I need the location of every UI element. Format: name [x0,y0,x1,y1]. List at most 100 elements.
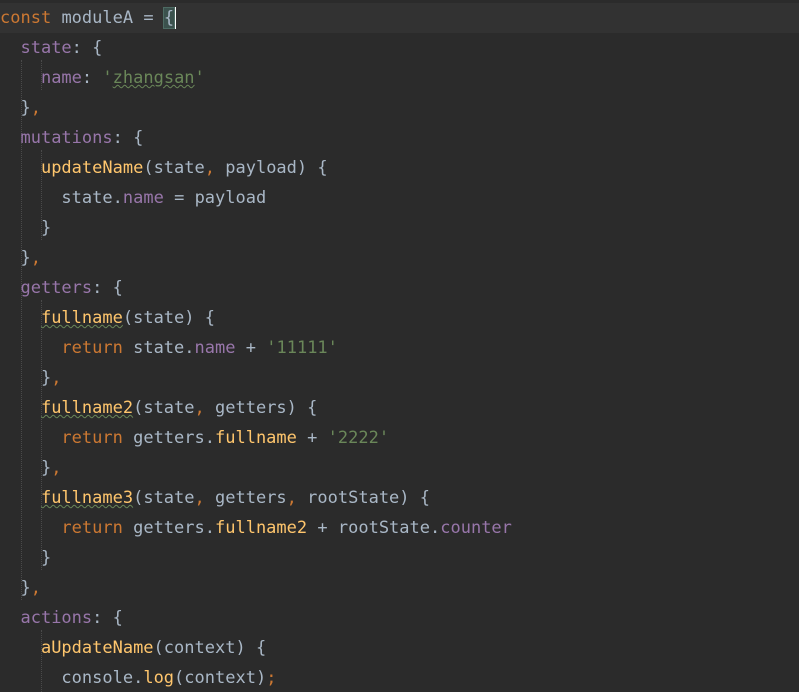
property: name [122,188,164,208]
brace: { [133,128,144,148]
code-line-5[interactable]: mutations: { [0,123,799,153]
code-line-3[interactable]: name: 'zhangsan' [0,63,799,93]
code-line-21[interactable]: actions: { [0,603,799,633]
property: fullname [215,428,297,448]
param: getters [215,398,287,418]
quote: ' [266,338,277,358]
function-name: fullname2 [40,398,134,418]
dot: . [184,338,195,358]
quote: ' [102,68,113,88]
brace: { [92,38,103,58]
paren: ) [255,668,267,688]
paren: ( [153,638,164,658]
keyword: return [61,518,123,538]
quote: ' [327,428,338,448]
operator: = [174,188,185,208]
code-line-17[interactable]: fullname3(state, getters, rootState) { [0,483,799,513]
brace: } [20,578,31,598]
comma: , [30,578,41,598]
matched-brace: { [162,7,176,29]
method: log [143,668,175,688]
identifier: console [61,668,134,688]
param: rootState [307,488,400,508]
comma: , [194,488,205,508]
param: state [143,398,195,418]
code-line-9[interactable]: }, [0,243,799,273]
function-name: updateName [40,158,144,178]
code-line-1[interactable]: const moduleA = { [0,3,799,33]
paren: ( [133,488,144,508]
code-line-18[interactable]: return getters.fullname2 + rootState.cou… [0,513,799,543]
code-line-4[interactable]: }, [0,93,799,123]
brace: } [40,368,52,388]
dot: . [112,188,123,208]
keyword: return [61,428,123,448]
property: fullname2 [215,518,308,538]
property: counter [440,518,512,538]
code-line-15[interactable]: return getters.fullname + '2222' [0,423,799,453]
keyword: return [61,338,123,358]
text-cursor [175,7,177,29]
code-line-23[interactable]: console.log(context); [0,663,799,692]
brace: { [255,638,267,658]
param: state [133,308,185,328]
param: state [153,158,205,178]
property: actions [20,608,93,628]
code-line-8[interactable]: } [0,213,799,243]
brace: { [204,308,216,328]
code-editor[interactable]: const moduleA = { state: { name: 'zhangs… [0,0,799,692]
identifier: state [61,188,113,208]
paren: ( [122,308,134,328]
code-line-13[interactable]: }, [0,363,799,393]
dot: . [133,668,144,688]
code-line-19[interactable]: } [0,543,799,573]
paren: ( [133,398,144,418]
code-line-12[interactable]: return state.name + '11111' [0,333,799,363]
property: name [40,68,82,88]
code-line-14[interactable]: fullname2(state, getters) { [0,393,799,423]
property: name [194,338,236,358]
dot: . [204,518,215,538]
code-line-20[interactable]: }, [0,573,799,603]
property: getters [20,278,93,298]
function-name: fullname [40,308,123,328]
brace: } [20,248,31,268]
paren: ( [143,158,154,178]
identifier: getters [133,518,205,538]
colon: : [71,38,82,58]
brace: } [40,458,52,478]
property: state [20,38,72,58]
comma: , [51,368,62,388]
code-line-7[interactable]: state.name = payload [0,183,799,213]
brace: } [40,548,52,568]
quote: ' [194,68,205,88]
code-line-16[interactable]: }, [0,453,799,483]
operator: = [143,8,154,28]
colon: : [92,608,103,628]
brace: } [40,218,52,238]
colon: : [81,68,93,88]
code-line-11[interactable]: fullname(state) { [0,303,799,333]
code-line-10[interactable]: getters: { [0,273,799,303]
comma: , [51,458,62,478]
operator: + [245,338,256,358]
property: mutations [20,128,113,148]
identifier: moduleA [61,8,134,28]
keyword: const [0,8,52,28]
paren: ) [235,638,246,658]
code-line-6[interactable]: updateName(state, payload) { [0,153,799,183]
identifier: getters [133,428,205,448]
brace: { [419,488,431,508]
semicolon: ; [266,668,277,688]
param: getters [215,488,287,508]
comma: , [194,398,205,418]
code-line-2[interactable]: state: { [0,33,799,63]
colon: : [112,128,123,148]
quote: ' [327,338,338,358]
code-line-22[interactable]: aUpdateName(context) { [0,633,799,663]
comma: , [30,248,41,268]
brace: { [307,398,318,418]
identifier: state [133,338,185,358]
brace: } [20,98,31,118]
dot: . [204,428,215,448]
